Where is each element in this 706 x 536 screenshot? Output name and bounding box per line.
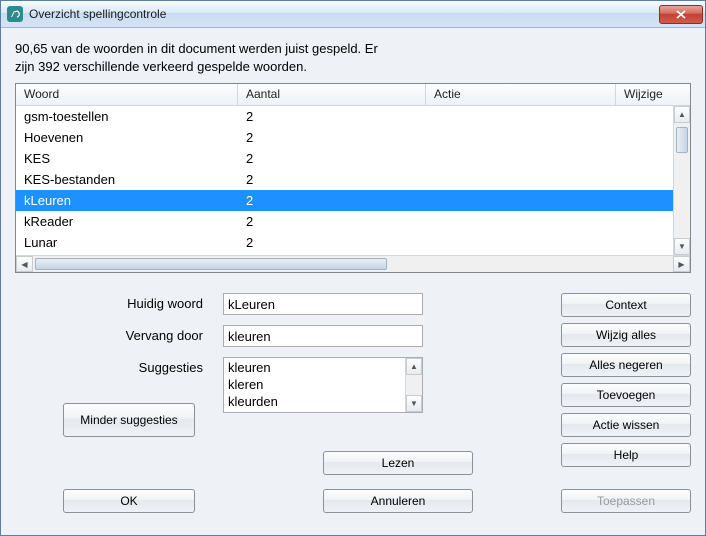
toepassen-button: Toepassen (561, 489, 691, 513)
form-area: Huidig woord Vervang door Suggesties kle… (15, 293, 691, 523)
table-row[interactable]: Lunar2 (16, 232, 673, 253)
cell-aantal: 2 (238, 109, 426, 124)
grid-vscrollbar[interactable]: ▲ ▼ (673, 106, 690, 255)
grid-header: Woord Aantal Actie Wijzige (16, 84, 690, 106)
minder-suggesties-button[interactable]: Minder suggesties (63, 403, 195, 437)
scroll-down-icon[interactable]: ▼ (674, 238, 690, 255)
grid-body: gsm-toestellen2Hoevenen2KES2KES-bestande… (16, 106, 690, 255)
suggestions-listbox[interactable]: kleurenklerenkleurden ▲ ▼ (223, 357, 423, 413)
table-row[interactable]: KES2 (16, 148, 673, 169)
cell-woord: KES-bestanden (16, 172, 238, 187)
current-word-input[interactable] (223, 293, 423, 315)
scroll-up-icon[interactable]: ▲ (674, 106, 690, 123)
scroll-right-icon[interactable]: ▶ (673, 256, 690, 272)
help-button[interactable]: Help (561, 443, 691, 467)
scroll-thumb[interactable] (676, 127, 688, 153)
titlebar: Overzicht spellingcontrole (1, 1, 705, 28)
cell-aantal: 2 (238, 130, 426, 145)
listbox-scrollbar[interactable]: ▲ ▼ (405, 358, 422, 412)
app-icon (7, 6, 23, 22)
annuleren-button[interactable]: Annuleren (323, 489, 473, 513)
cell-woord: KES (16, 151, 238, 166)
col-header-wijzigen[interactable]: Wijzige (616, 84, 690, 105)
listbox-scroll-down-icon[interactable]: ▼ (406, 395, 422, 412)
cell-woord: gsm-toestellen (16, 109, 238, 124)
scroll-left-icon[interactable]: ◀ (16, 256, 33, 272)
close-button[interactable] (659, 5, 703, 24)
right-button-column: Context Wijzig alles Alles negeren Toevo… (561, 293, 691, 467)
table-row[interactable]: KES-bestanden2 (16, 169, 673, 190)
alles-negeren-button[interactable]: Alles negeren (561, 353, 691, 377)
col-header-aantal[interactable]: Aantal (238, 84, 426, 105)
scroll-track[interactable] (674, 123, 690, 238)
col-header-woord[interactable]: Woord (16, 84, 238, 105)
window-title: Overzicht spellingcontrole (29, 7, 659, 21)
current-word-label: Huidig woord (15, 293, 223, 311)
cell-woord: Hoevenen (16, 130, 238, 145)
cell-woord: kLeuren (16, 193, 238, 208)
grid-hscrollbar[interactable]: ◀ ▶ (16, 255, 690, 272)
ok-button[interactable]: OK (63, 489, 195, 513)
lezen-button[interactable]: Lezen (323, 451, 473, 475)
cell-aantal: 2 (238, 235, 426, 250)
table-row[interactable]: Hoevenen2 (16, 127, 673, 148)
actie-wissen-button[interactable]: Actie wissen (561, 413, 691, 437)
cell-woord: Lunar (16, 235, 238, 250)
list-item[interactable]: kleurden (228, 393, 418, 410)
close-icon (676, 10, 686, 19)
suggestions-label: Suggesties (15, 357, 223, 375)
cell-aantal: 2 (238, 151, 426, 166)
col-header-actie[interactable]: Actie (426, 84, 616, 105)
summary-text: 90,65 van de woorden in dit document wer… (15, 40, 691, 75)
list-item[interactable]: kleuren (228, 359, 418, 376)
replace-with-label: Vervang door (15, 325, 223, 343)
list-item[interactable]: kleren (228, 376, 418, 393)
summary-line2: zijn 392 verschillende verkeerd gespelde… (15, 59, 307, 74)
hscroll-track[interactable] (33, 256, 673, 272)
wijzig-alles-button[interactable]: Wijzig alles (561, 323, 691, 347)
cell-woord: kReader (16, 214, 238, 229)
table-row[interactable]: gsm-toestellen2 (16, 106, 673, 127)
cell-aantal: 2 (238, 214, 426, 229)
summary-line1: 90,65 van de woorden in dit document wer… (15, 41, 378, 56)
context-button[interactable]: Context (561, 293, 691, 317)
cell-aantal: 2 (238, 172, 426, 187)
listbox-scroll-up-icon[interactable]: ▲ (406, 358, 422, 375)
replace-with-input[interactable] (223, 325, 423, 347)
hscroll-thumb[interactable] (35, 258, 387, 270)
cell-aantal: 2 (238, 193, 426, 208)
toevoegen-button[interactable]: Toevoegen (561, 383, 691, 407)
dialog-content: 90,65 van de woorden in dit document wer… (1, 28, 705, 535)
table-row[interactable]: kLeuren2 (16, 190, 673, 211)
words-grid[interactable]: Woord Aantal Actie Wijzige gsm-toestelle… (15, 83, 691, 273)
table-row[interactable]: kReader2 (16, 211, 673, 232)
